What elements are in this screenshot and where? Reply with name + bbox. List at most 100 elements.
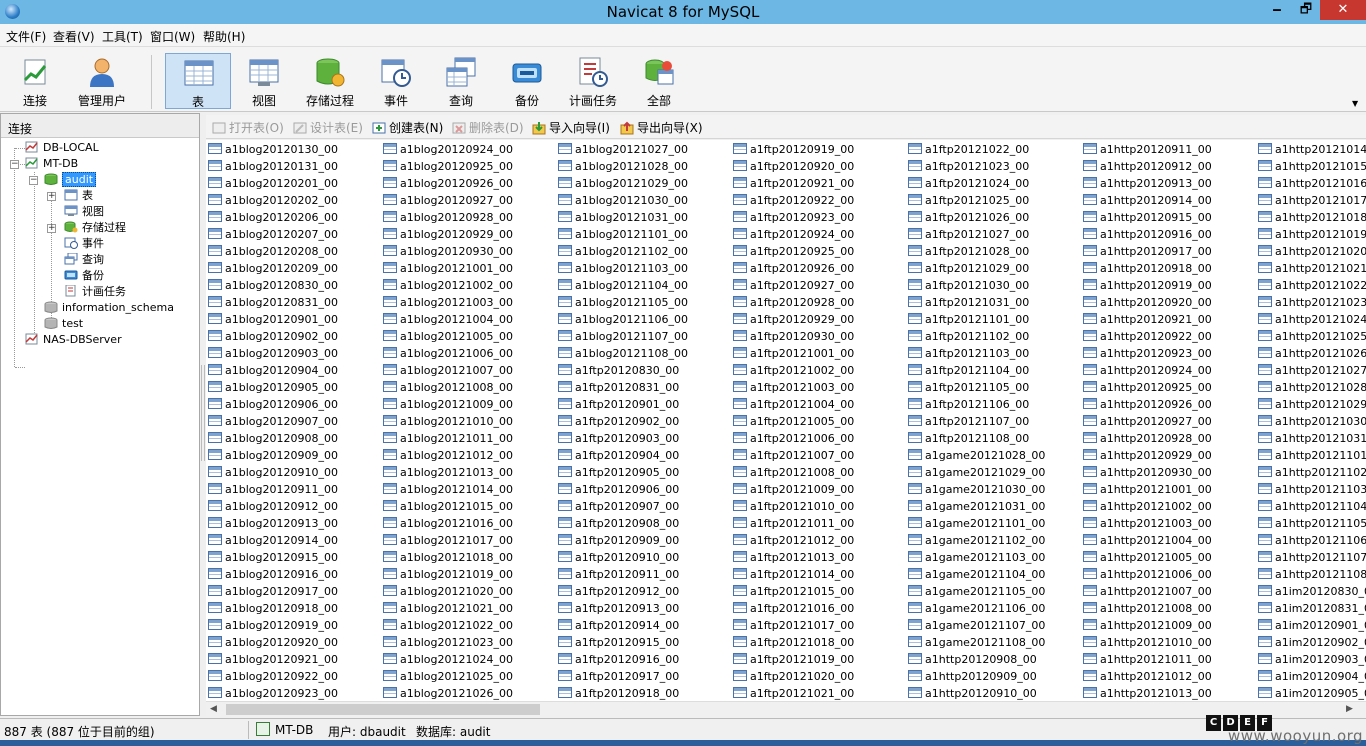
table-item[interactable]: a1http20121023_00 [1258,294,1366,311]
table-item[interactable]: a1blog20121106_00 [558,311,688,328]
tree-expand-tables-icon[interactable]: + [47,192,56,201]
table-item[interactable]: a1ftp20121011_00 [733,515,854,532]
splitter-grip-icon[interactable] [201,365,205,461]
table-item[interactable]: a1http20121001_00 [1083,481,1212,498]
table-item[interactable]: a1ftp20120902_00 [558,413,679,430]
table-item[interactable]: a1http20120929_00 [1083,447,1212,464]
toolbar-backup-button[interactable]: 备份 [496,53,558,109]
table-item[interactable]: a1http20120930_00 [1083,464,1212,481]
table-item[interactable]: a1blog20121013_00 [383,464,513,481]
tree-node-schedules[interactable]: 计画任务 [64,284,126,300]
table-item[interactable]: a1blog20121031_00 [558,209,688,226]
table-item[interactable]: a1blog20120927_00 [383,192,513,209]
table-item[interactable]: a1ftp20121027_00 [908,226,1029,243]
table-item[interactable]: a1blog20121007_00 [383,362,513,379]
table-item[interactable]: a1http20121010_00 [1083,634,1212,651]
table-item[interactable]: a1blog20120918_00 [208,600,338,617]
table-item[interactable]: a1game20121105_00 [908,583,1045,600]
table-item[interactable]: a1blog20120919_00 [208,617,338,634]
table-item[interactable]: a1ftp20121107_00 [908,413,1029,430]
table-item[interactable]: a1blog20120909_00 [208,447,338,464]
table-item[interactable]: a1ftp20121031_00 [908,294,1029,311]
table-item[interactable]: a1blog20120923_00 [208,685,338,701]
export-wizard-button[interactable]: 导出向导(X) [620,119,703,136]
table-item[interactable]: a1blog20121028_00 [558,158,688,175]
table-item[interactable]: a1http20120920_00 [1083,294,1212,311]
table-item[interactable]: a1ftp20121001_00 [733,345,854,362]
table-item[interactable]: a1ftp20120903_00 [558,430,679,447]
table-item[interactable]: a1blog20121026_00 [383,685,513,701]
table-item[interactable]: a1ftp20121021_00 [733,685,854,701]
table-item[interactable]: a1http20120912_00 [1083,158,1212,175]
table-item[interactable]: a1blog20121001_00 [383,260,513,277]
table-item[interactable]: a1blog20121102_00 [558,243,688,260]
table-item[interactable]: a1blog20121006_00 [383,345,513,362]
table-item[interactable]: a1game20121107_00 [908,617,1045,634]
table-item[interactable]: a1blog20121011_00 [383,430,513,447]
table-item[interactable]: a1ftp20121102_00 [908,328,1029,345]
table-item[interactable]: a1blog20120206_00 [208,209,338,226]
table-item[interactable]: a1blog20121019_00 [383,566,513,583]
table-item[interactable]: a1blog20120908_00 [208,430,338,447]
table-item[interactable]: a1blog20121021_00 [383,600,513,617]
design-table-button[interactable]: 设计表(E) [293,119,363,136]
table-item[interactable]: a1blog20120920_00 [208,634,338,651]
table-item[interactable]: a1blog20120207_00 [208,226,338,243]
table-item[interactable]: a1ftp20121005_00 [733,413,854,430]
table-item[interactable]: a1ftp20121105_00 [908,379,1029,396]
table-item[interactable]: a1http20120908_00 [908,651,1037,668]
table-item[interactable]: a1ftp20120921_00 [733,175,854,192]
table-item[interactable]: a1http20121011_00 [1083,651,1212,668]
table-item[interactable]: a1http20121029_00 [1258,396,1366,413]
table-item[interactable]: a1blog20121005_00 [383,328,513,345]
menu-file[interactable]: 文件(F) [6,28,46,45]
table-item[interactable]: a1ftp20120920_00 [733,158,854,175]
table-item[interactable]: a1blog20121010_00 [383,413,513,430]
table-item[interactable]: a1blog20120201_00 [208,175,338,192]
table-item[interactable]: a1http20121104_00 [1258,498,1366,515]
table-item[interactable]: a1http20121022_00 [1258,277,1366,294]
table-item[interactable]: a1blog20120914_00 [208,532,338,549]
table-item[interactable]: a1blog20121023_00 [383,634,513,651]
table-item[interactable]: a1ftp20120910_00 [558,549,679,566]
table-item[interactable]: a1game20121031_00 [908,498,1045,515]
table-item[interactable]: a1http20121105_00 [1258,515,1366,532]
table-item[interactable]: a1ftp20121009_00 [733,481,854,498]
table-item[interactable]: a1ftp20120919_00 [733,141,854,158]
tree-node-views[interactable]: 视图 [64,204,104,220]
horizontal-scrollbar[interactable]: ◀ ▶ [206,701,1366,717]
table-item[interactable]: a1http20120925_00 [1083,379,1212,396]
table-item[interactable]: a1blog20121002_00 [383,277,513,294]
table-item[interactable]: a1ftp20121002_00 [733,362,854,379]
table-item[interactable]: a1http20120913_00 [1083,175,1212,192]
table-item[interactable]: a1http20121107_00 [1258,549,1366,566]
table-item[interactable]: a1blog20120209_00 [208,260,338,277]
tree-node-backups[interactable]: 备份 [64,268,104,284]
toolbar-table-button[interactable]: 表 [165,53,231,109]
table-item[interactable]: a1http20120910_00 [908,685,1037,701]
table-item[interactable]: a1http20120918_00 [1083,260,1212,277]
table-item[interactable]: a1ftp20120930_00 [733,328,854,345]
table-item[interactable]: a1ftp20120906_00 [558,481,679,498]
table-item[interactable]: a1http20120926_00 [1083,396,1212,413]
table-item[interactable]: a1blog20120905_00 [208,379,338,396]
table-item[interactable]: a1ftp20120901_00 [558,396,679,413]
table-item[interactable]: a1blog20121029_00 [558,175,688,192]
table-item[interactable]: a1blog20121009_00 [383,396,513,413]
import-wizard-button[interactable]: 导入向导(I) [532,119,610,136]
table-item[interactable]: a1ftp20120917_00 [558,668,679,685]
table-item[interactable]: a1ftp20121017_00 [733,617,854,634]
table-item[interactable]: a1http20121009_00 [1083,617,1212,634]
table-item[interactable]: a1http20121003_00 [1083,515,1212,532]
table-item[interactable]: a1blog20121024_00 [383,651,513,668]
tree-node-queries[interactable]: 查询 [64,252,104,268]
tree-collapse-audit-icon[interactable]: − [29,176,38,185]
table-item[interactable]: a1blog20121104_00 [558,277,688,294]
open-table-button[interactable]: 打开表(O) [212,119,284,136]
table-item[interactable]: a1ftp20120929_00 [733,311,854,328]
table-item[interactable]: a1blog20120912_00 [208,498,338,515]
table-item[interactable]: a1game20121104_00 [908,566,1045,583]
table-item[interactable]: a1blog20121018_00 [383,549,513,566]
table-item[interactable]: a1blog20120910_00 [208,464,338,481]
table-item[interactable]: a1blog20120916_00 [208,566,338,583]
